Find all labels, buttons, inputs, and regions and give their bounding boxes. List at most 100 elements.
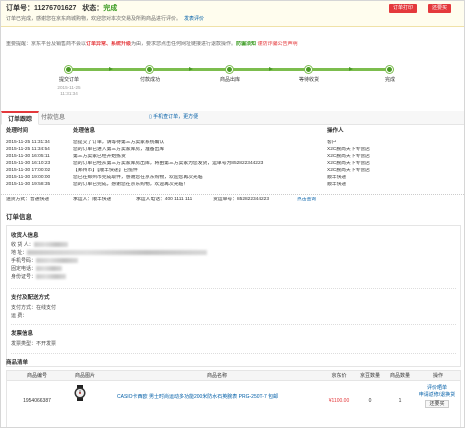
track-operator: X2C腕尚天下专营店 xyxy=(327,168,370,173)
product-beans: 0 xyxy=(368,398,372,404)
tracking-row: 2015-11-30 16:10:23 您的订单已经从第三方卖家库房出库，将由第… xyxy=(1,161,464,168)
col-operator: 操作人 xyxy=(327,128,344,134)
track-time: 2015-11-30 19:58:35 xyxy=(6,182,51,187)
col-operation: 操作 xyxy=(432,373,443,379)
reminder-text: 重要提醒：京东平台及销售商不会以 xyxy=(6,41,87,47)
divider xyxy=(11,324,456,325)
product-watch-image[interactable] xyxy=(72,385,88,401)
reminder-green: 防骗须知 xyxy=(236,41,257,47)
progress-arrow-icon xyxy=(109,67,113,71)
track-info: 您的订单已完成，感谢您在京东购物，欢迎再次光临！ xyxy=(73,182,189,187)
redacted-value xyxy=(36,258,79,264)
product-operations: 评价晒单 申请返修/退换货 还要买 xyxy=(412,385,462,409)
progress-dot xyxy=(226,66,233,73)
rebuy-button[interactable]: 还要买 xyxy=(428,4,452,13)
product-list-title: 商品清单 xyxy=(6,360,29,366)
receiver-id-row: 身份证号： xyxy=(11,274,67,280)
progress-dot xyxy=(65,66,72,73)
carrier-phone: 承运人电话：400 1111 111 xyxy=(136,197,193,202)
track-info: 【郑州市】【顺丰快递】已揽件 xyxy=(73,168,138,173)
step-time: 2015-11-25 11:31:34 xyxy=(49,85,89,97)
tab-payment-info[interactable]: 付款信息 xyxy=(35,111,71,125)
col-qty: 商品数量 xyxy=(389,373,410,379)
track-time: 2015-11-25 11:31:34 xyxy=(6,140,50,145)
order-progress: 提交订单 付款成功 商品出库 等待收货 完成 2015-11-25 11:31:… xyxy=(1,63,464,103)
product-sku: 1954066387 xyxy=(23,398,51,404)
receiver-mobile-row: 手机号码： xyxy=(11,258,79,264)
track-info: 您提交了订单，请等待第三方卖家系统确认 xyxy=(73,140,165,145)
track-operator: X2C腕尚天下专营店 xyxy=(327,147,370,152)
redacted-value xyxy=(36,266,63,272)
carrier: 承运人：顺丰快递 xyxy=(73,197,112,202)
buy-again-button[interactable]: 还要买 xyxy=(425,400,449,409)
col-name: 商品名称 xyxy=(206,373,227,379)
reminder-highlight: 订单异常、系统升级 xyxy=(86,41,132,47)
track-info: 第三方卖家已经开始拣货 xyxy=(73,154,126,159)
redacted-value xyxy=(27,250,208,256)
step-clock: 11:31:34 xyxy=(60,90,78,96)
ship-method: 送货方式：普通快递 xyxy=(6,197,50,202)
track-info: 您已在郑州市完成取件，感谢您在京东购物，欢迎您再次光临 xyxy=(73,175,203,180)
product-name-link[interactable]: CASIO卡西欧 男士时尚运动多功能200米防水石英腕表 PRG-250T-7 … xyxy=(117,394,317,401)
divider xyxy=(11,288,456,289)
step-label: 付款成功 xyxy=(139,77,160,83)
product-price: ¥1100.00 xyxy=(328,398,350,404)
col-image: 商品图片 xyxy=(74,373,95,379)
receiver-address-label: 地 址： xyxy=(11,250,28,256)
review-link[interactable]: 发表评价 xyxy=(184,16,204,22)
receiver-address-row: 地 址： xyxy=(11,250,208,256)
tracking-row: 2015-11-30 17:00:02 【郑州市】【顺丰快递】已揽件 X2C腕尚… xyxy=(1,168,464,175)
track-time: 2015-11-25 11:34:54 xyxy=(6,147,50,152)
waybill-number: 货运单号：852822344223 xyxy=(213,197,269,202)
progress-arrow-icon xyxy=(189,67,193,71)
order-detail-page: 订单号：11276701627 状态：完成 订单已完成，感谢您在京东商城购物，欢… xyxy=(0,0,465,428)
tab-order-tracking[interactable]: 订单跟踪 xyxy=(1,111,40,125)
col-info: 处理信息 xyxy=(73,128,96,134)
fraud-notice-link[interactable]: 谨防诈骗公告声明 xyxy=(257,41,297,47)
receiver-mobile-label: 手机号码： xyxy=(11,258,37,264)
receiver-phone-row: 固定电话： xyxy=(11,266,63,272)
divider xyxy=(11,353,456,354)
track-time: 2015-11-30 16:10:23 xyxy=(6,161,51,166)
progress-arrow-icon xyxy=(269,67,273,71)
track-operator: 顺丰快递 xyxy=(327,182,347,187)
tracking-row: 2015-11-30 19:58:35 您的订单已完成，感谢您在京东购物，欢迎再… xyxy=(1,182,464,189)
phone-track-text: 手机查订单，更方便 xyxy=(153,114,199,120)
tracking-row: 2015-11-30 19:00:00 您已在郑州市完成取件，感谢您在京东购物，… xyxy=(1,175,464,182)
payment-method: 支付方式：在线支付 xyxy=(11,305,57,311)
receiver-name-row: 收 货 人： xyxy=(11,242,68,248)
order-header: 订单号：11276701627 状态：完成 订单已完成，感谢您在京东商城购物，欢… xyxy=(1,1,464,27)
step-label: 等待收货 xyxy=(298,77,319,83)
order-number: 11276701627 xyxy=(34,5,77,12)
security-reminder: 重要提醒：京东平台及销售商不会以订单异常、系统升级为由，要求您点击任何网址链接进… xyxy=(6,41,461,47)
track-operator: 顺丰快递 xyxy=(327,175,347,180)
step-label: 商品出库 xyxy=(219,77,240,83)
notice-text: 订单已完成，感谢您在京东商城购物，欢迎您对本次交易及所购商品进行评价。 xyxy=(6,16,182,22)
receiver-name-label: 收 货 人： xyxy=(11,242,34,248)
invoice-title: 发票信息 xyxy=(11,331,34,337)
track-query-link[interactable]: 点击查询 xyxy=(297,197,316,203)
receiver-phone-label: 固定电话： xyxy=(11,266,37,272)
return-exchange-link[interactable]: 申请返修/退换货 xyxy=(412,392,462,399)
print-order-button[interactable]: 订单打印 xyxy=(389,4,418,13)
redacted-value xyxy=(36,274,67,280)
freight: 运 费： xyxy=(11,313,28,319)
order-title-line: 订单号：11276701627 状态：完成 xyxy=(6,5,117,14)
tracking-row: 2015-11-25 11:31:34 您提交了订单，请等待第三方卖家系统确认 … xyxy=(1,140,464,147)
order-notice: 订单已完成，感谢您在京东商城购物，欢迎您对本次交易及所购商品进行评价。 发表评价 xyxy=(6,16,204,22)
product-qty: 1 xyxy=(398,398,402,404)
review-order-link[interactable]: 评价晒单 xyxy=(412,385,462,392)
progress-dot xyxy=(305,66,312,73)
status-label: 状态： xyxy=(82,5,104,12)
track-operator: 客户 xyxy=(327,140,337,145)
progress-dot xyxy=(146,66,153,73)
track-time: 2015-11-30 16:05:11 xyxy=(6,154,50,159)
progress-dot xyxy=(386,66,393,73)
col-beans: 京豆数量 xyxy=(359,373,380,379)
order-info-title: 订单信息 xyxy=(6,214,32,221)
phone-track-link[interactable]: ▯ 手机查订单，更方便 xyxy=(149,114,198,120)
step-label: 完成 xyxy=(384,77,395,83)
status-value: 完成 xyxy=(103,5,118,12)
tracking-tabs: 订单跟踪 付款信息 ▯ 手机查订单，更方便 xyxy=(1,111,464,125)
col-price: 京东价 xyxy=(331,373,347,379)
